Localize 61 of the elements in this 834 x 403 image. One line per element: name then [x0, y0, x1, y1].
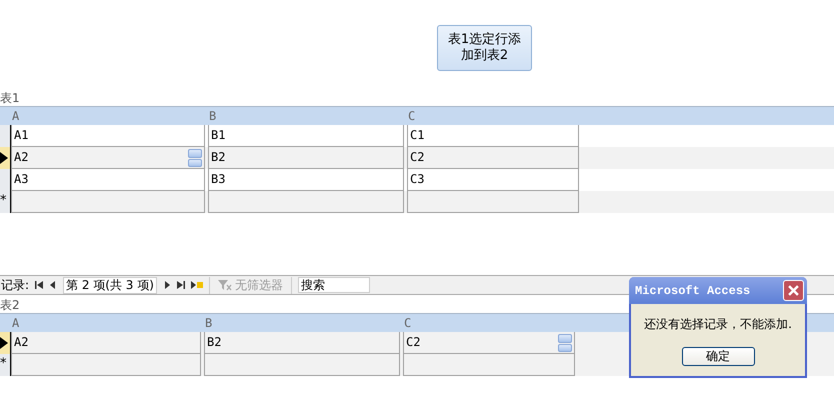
current-row-icon — [0, 337, 8, 349]
cell-text: B1 — [211, 128, 226, 142]
column-header[interactable]: B — [203, 314, 399, 332]
close-button[interactable] — [783, 280, 804, 301]
cell-text: B2 — [207, 335, 222, 349]
ok-button[interactable]: 确定 — [682, 347, 754, 366]
table-label: 表2 — [0, 298, 21, 313]
previous-record-icon[interactable] — [49, 281, 58, 289]
table-cell[interactable] — [11, 191, 205, 213]
row-selector[interactable] — [0, 147, 11, 169]
table-cell[interactable]: B2 — [204, 332, 400, 354]
last-record-icon[interactable] — [176, 281, 185, 289]
table-cell[interactable] — [403, 354, 575, 376]
next-record-icon[interactable] — [162, 281, 171, 289]
column-header[interactable]: A — [10, 107, 204, 125]
record-label: 记录: — [1, 276, 30, 294]
table-cell[interactable]: C1 — [407, 125, 579, 147]
table-cell[interactable]: B1 — [208, 125, 404, 147]
table-cell[interactable]: B3 — [208, 169, 404, 191]
row-selector[interactable] — [0, 169, 11, 191]
cell-text: A2 — [14, 150, 28, 164]
cell-text: A2 — [14, 335, 28, 349]
new-row-marker: * — [0, 192, 6, 210]
column-header[interactable]: A — [10, 314, 200, 332]
table-cell[interactable]: B2 — [208, 147, 404, 169]
table-cell[interactable] — [208, 191, 404, 213]
cell-text: A1 — [14, 128, 28, 142]
table-cell[interactable] — [407, 191, 579, 213]
row-selector[interactable] — [0, 125, 11, 147]
record-position-field[interactable]: 第 2 项(共 3 项) — [63, 276, 157, 294]
dialog-title: Microsoft Access — [635, 284, 750, 298]
cell-text: C1 — [410, 128, 424, 142]
cell-text: C2 — [406, 335, 420, 349]
table-cell[interactable]: A2 — [11, 332, 201, 354]
cell-text: B3 — [211, 172, 226, 186]
table-cell[interactable]: C3 — [407, 169, 579, 191]
column-header[interactable]: C — [402, 314, 574, 332]
table-cell[interactable]: A2 — [11, 147, 205, 169]
first-record-icon[interactable] — [35, 281, 44, 289]
dialog-message: 还没有选择记录，不能添加. — [643, 316, 793, 333]
table-cell[interactable] — [204, 354, 400, 376]
new-record-icon[interactable] — [190, 281, 203, 289]
search-field[interactable]: 搜索 — [298, 277, 370, 293]
column-header[interactable]: B — [207, 107, 403, 125]
new-row-marker: * — [0, 355, 6, 373]
cell-text: C3 — [410, 172, 424, 186]
filter-icon — [218, 279, 232, 291]
column-header[interactable]: C — [406, 107, 578, 125]
cell-text: B2 — [211, 150, 226, 164]
current-row-icon — [0, 152, 8, 164]
table-label: 表1 — [0, 91, 21, 106]
row-selector[interactable] — [0, 332, 11, 354]
add-rows-button[interactable]: 表1选定行添加到表2 — [437, 25, 532, 71]
table-cell[interactable] — [11, 354, 201, 376]
table-cell[interactable]: C2 — [403, 332, 575, 354]
cell-text: A3 — [14, 172, 28, 186]
close-icon — [788, 285, 799, 296]
table-cell[interactable]: A3 — [11, 169, 205, 191]
cell-text: C2 — [410, 150, 424, 164]
table-cell[interactable]: A1 — [11, 125, 205, 147]
table-cell[interactable]: C2 — [407, 147, 579, 169]
